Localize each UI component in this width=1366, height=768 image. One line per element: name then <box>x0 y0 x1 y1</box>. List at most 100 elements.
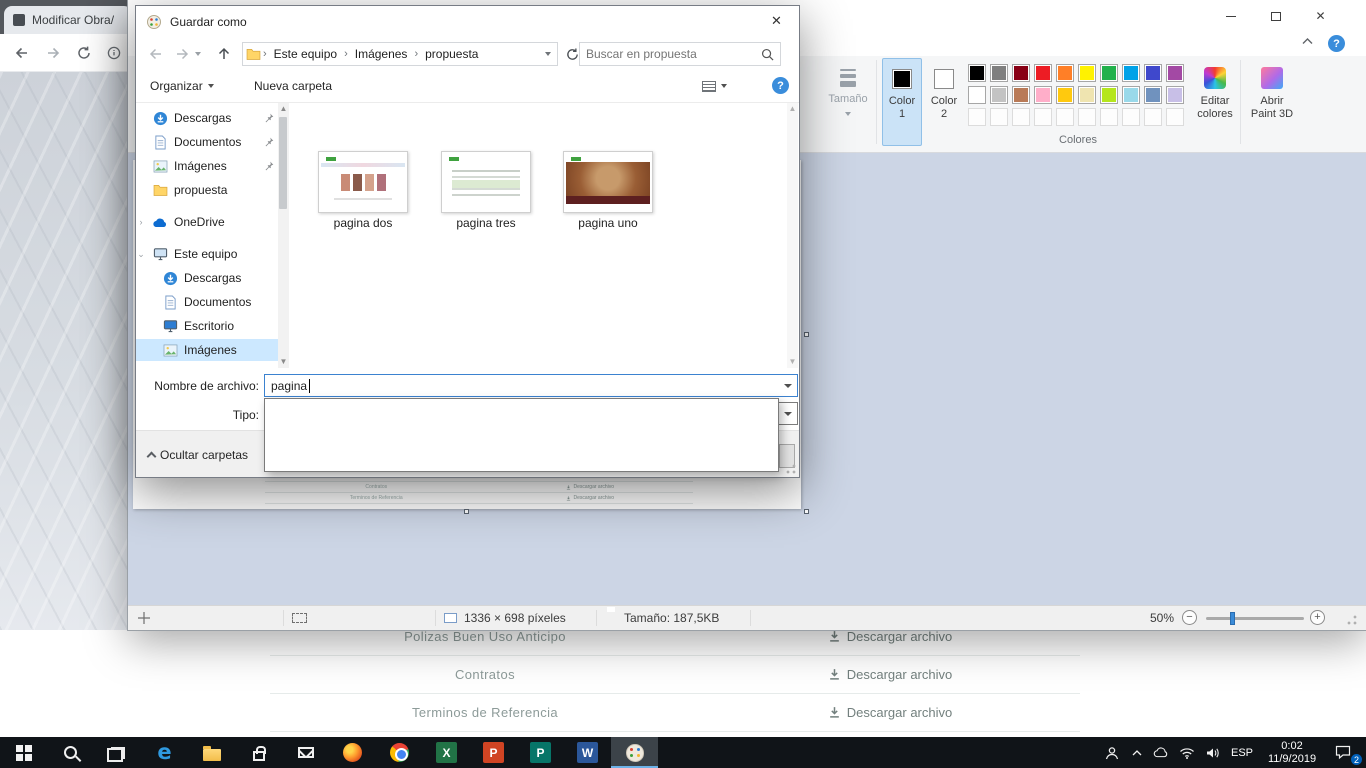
sidebar-item-este-equipo[interactable]: ⌄ Este equipo <box>136 243 278 265</box>
file-name[interactable]: pagina uno <box>548 216 668 230</box>
language-indicator[interactable]: ESP <box>1226 737 1258 768</box>
file-name[interactable]: pagina tres <box>426 216 546 230</box>
palette-empty-slot[interactable] <box>1012 108 1030 126</box>
wifi-button[interactable] <box>1174 737 1200 768</box>
edit-colors-button[interactable]: Editar colores <box>1192 58 1238 146</box>
search-input[interactable] <box>580 47 761 61</box>
minimize-button[interactable] <box>1208 1 1253 31</box>
scroll-up-icon[interactable]: ▲ <box>787 104 798 114</box>
canvas-resize-handle-right[interactable] <box>804 332 809 337</box>
sidebar-item-documentos-pc[interactable]: Documentos <box>136 291 278 313</box>
sidebar-item-imagenes[interactable]: Imágenes <box>136 155 278 177</box>
expander-icon[interactable]: ⌄ <box>136 249 146 260</box>
download-link[interactable]: Descargar archivo <box>700 667 1080 682</box>
palette-swatch[interactable] <box>1144 64 1162 82</box>
taskbar-powerpoint[interactable]: P <box>470 737 517 768</box>
size-button[interactable]: Tamaño <box>826 58 870 146</box>
nav-history-dropdown[interactable] <box>192 42 204 66</box>
filename-autocomplete-dropdown[interactable] <box>264 398 779 472</box>
palette-swatch[interactable] <box>1034 64 1052 82</box>
dialog-resize-grip[interactable] <box>785 463 797 475</box>
palette-swatch[interactable] <box>1056 64 1074 82</box>
hide-folders-button[interactable]: Ocultar carpetas <box>142 443 254 467</box>
palette-swatch[interactable] <box>1078 86 1096 104</box>
breadcrumb-item[interactable]: Imágenes <box>350 43 413 65</box>
show-hidden-icons-button[interactable] <box>1126 737 1148 768</box>
palette-empty-slot[interactable] <box>1144 108 1162 126</box>
palette-swatch[interactable] <box>1100 64 1118 82</box>
palette-swatch[interactable] <box>1166 86 1184 104</box>
sidebar-item-documentos[interactable]: Documentos <box>136 131 278 153</box>
color1-button[interactable]: Color 1 <box>882 58 922 146</box>
expander-icon[interactable]: › <box>136 217 146 227</box>
taskbar-search-button[interactable] <box>47 737 94 768</box>
sidebar-item-onedrive[interactable]: › OneDrive <box>136 211 278 233</box>
sidebar-item-escritorio[interactable]: Escritorio <box>136 315 278 337</box>
palette-empty-slot[interactable] <box>1100 108 1118 126</box>
palette-empty-slot[interactable] <box>1034 108 1052 126</box>
organize-button[interactable]: Organizar <box>144 74 220 98</box>
file-thumbnail-pagina-tres[interactable] <box>441 151 531 213</box>
palette-empty-slot[interactable] <box>1122 108 1140 126</box>
scroll-down-icon[interactable]: ▼ <box>787 357 798 367</box>
palette-empty-slot[interactable] <box>968 108 986 126</box>
browser-tab[interactable]: Modificar Obra/ <box>4 6 132 34</box>
browser-back-button[interactable] <box>14 45 30 61</box>
scroll-down-icon[interactable]: ▼ <box>278 357 289 367</box>
type-dropdown-button[interactable] <box>779 404 796 423</box>
file-list-scrollbar[interactable]: ▲ ▼ <box>787 103 798 368</box>
zoom-slider[interactable] <box>1206 617 1304 620</box>
nav-up-button[interactable] <box>212 42 236 66</box>
taskbar-firefox[interactable] <box>329 737 376 768</box>
nav-back-button[interactable] <box>144 42 168 66</box>
taskbar-paint-active[interactable] <box>611 737 658 768</box>
palette-empty-slot[interactable] <box>1078 108 1096 126</box>
file-thumbnail-pagina-uno[interactable] <box>563 151 653 213</box>
taskbar-mail[interactable] <box>282 737 329 768</box>
sidebar-item-descargas[interactable]: Descargas <box>136 107 278 129</box>
filename-input[interactable]: pagina <box>264 374 798 397</box>
clock[interactable]: 0:02 11/9/2019 <box>1258 737 1326 768</box>
file-thumbnail-pagina-dos[interactable] <box>318 151 408 213</box>
ribbon-collapse-button[interactable] <box>1302 38 1313 45</box>
sidebar-item-propuesta[interactable]: propuesta <box>136 179 278 201</box>
maximize-button[interactable] <box>1253 1 1298 31</box>
taskbar-store[interactable] <box>235 737 282 768</box>
filename-dropdown-button[interactable] <box>779 376 796 395</box>
palette-swatch[interactable] <box>1100 86 1118 104</box>
views-button[interactable] <box>696 74 733 98</box>
taskbar-word[interactable]: W <box>564 737 611 768</box>
zoom-in-button[interactable]: + <box>1310 610 1325 625</box>
dialog-help-button[interactable]: ? <box>772 77 789 94</box>
breadcrumb-item[interactable]: Este equipo <box>269 43 342 65</box>
palette-swatch[interactable] <box>1012 86 1030 104</box>
browser-reload-button[interactable] <box>76 45 92 61</box>
sidebar-scrollbar[interactable]: ▲ ▼ <box>278 103 289 368</box>
palette-empty-slot[interactable] <box>990 108 1008 126</box>
sidebar-item-descargas-pc[interactable]: Descargas <box>136 267 278 289</box>
resize-grip[interactable] <box>1346 614 1358 626</box>
palette-empty-slot[interactable] <box>1166 108 1184 126</box>
people-button[interactable] <box>1098 737 1126 768</box>
action-center-button[interactable]: 2 <box>1326 737 1360 768</box>
palette-empty-slot[interactable] <box>1056 108 1074 126</box>
palette-swatch[interactable] <box>1056 86 1074 104</box>
canvas-resize-handle-corner[interactable] <box>804 509 809 514</box>
palette-swatch[interactable] <box>1144 86 1162 104</box>
breadcrumb-dropdown-icon[interactable] <box>545 52 551 56</box>
palette-swatch[interactable] <box>990 86 1008 104</box>
taskbar-publisher[interactable]: P <box>517 737 564 768</box>
taskbar-chrome[interactable] <box>376 737 423 768</box>
scroll-up-icon[interactable]: ▲ <box>278 104 289 114</box>
open-paint3d-button[interactable]: Abrir Paint 3D <box>1244 58 1300 146</box>
scrollbar-thumb[interactable] <box>279 117 287 209</box>
taskbar-file-explorer[interactable] <box>188 737 235 768</box>
search-icon[interactable] <box>761 48 780 61</box>
zoom-out-button[interactable]: − <box>1182 610 1197 625</box>
taskbar-excel[interactable]: X <box>423 737 470 768</box>
palette-swatch[interactable] <box>1034 86 1052 104</box>
file-name[interactable]: pagina dos <box>303 216 423 230</box>
start-button[interactable] <box>0 737 47 768</box>
taskbar-edge[interactable]: e <box>141 737 188 768</box>
palette-swatch[interactable] <box>968 86 986 104</box>
